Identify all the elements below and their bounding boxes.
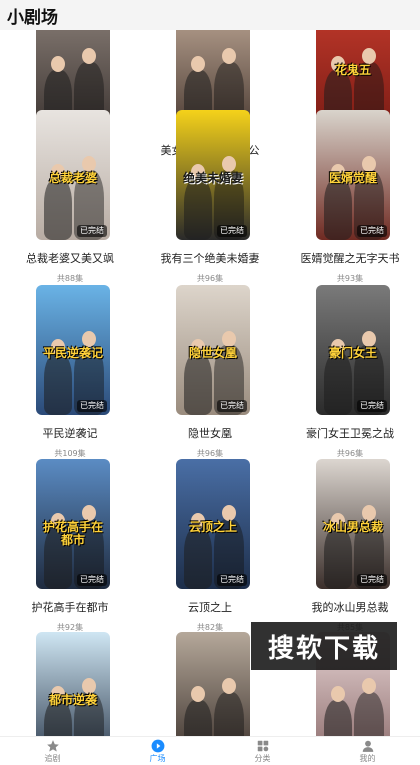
poster-figure: [354, 692, 384, 736]
drama-poster[interactable]: 都市逆袭: [36, 632, 110, 736]
tab-square[interactable]: 广场: [105, 737, 210, 765]
poster-figure-head: [222, 678, 236, 694]
poster-title-text: 都市逆袭: [48, 693, 97, 707]
grid-icon: [256, 738, 270, 752]
tab-label: 广场: [149, 754, 166, 763]
star-icon: [46, 738, 60, 752]
poster-figure-head: [191, 686, 205, 702]
tab-label: 我的: [359, 754, 376, 763]
poster-figure-head: [82, 678, 96, 694]
drama-poster[interactable]: [176, 632, 250, 736]
bottom-tab-bar: 追剧 广场 分类 我的: [0, 736, 420, 765]
poster-figure: [214, 692, 244, 736]
user-icon: [361, 738, 375, 752]
app-header: 小剧场: [0, 0, 420, 30]
poster-figure-head: [362, 678, 376, 694]
drama-card[interactable]: 都市逆袭: [0, 30, 140, 736]
tab-label: 追剧: [44, 754, 61, 763]
tab-category[interactable]: 分类: [210, 737, 315, 765]
tab-follow[interactable]: 追剧: [0, 737, 105, 765]
poster-figure: [324, 700, 352, 736]
poster-figure: [184, 700, 212, 736]
page-title: 小剧场: [7, 7, 58, 28]
tab-label: 分类: [254, 754, 271, 763]
tab-mine[interactable]: 我的: [315, 737, 420, 765]
watermark: 搜软下载: [251, 622, 397, 670]
poster-figure-head: [331, 686, 345, 702]
play-circle-icon: [151, 738, 165, 753]
